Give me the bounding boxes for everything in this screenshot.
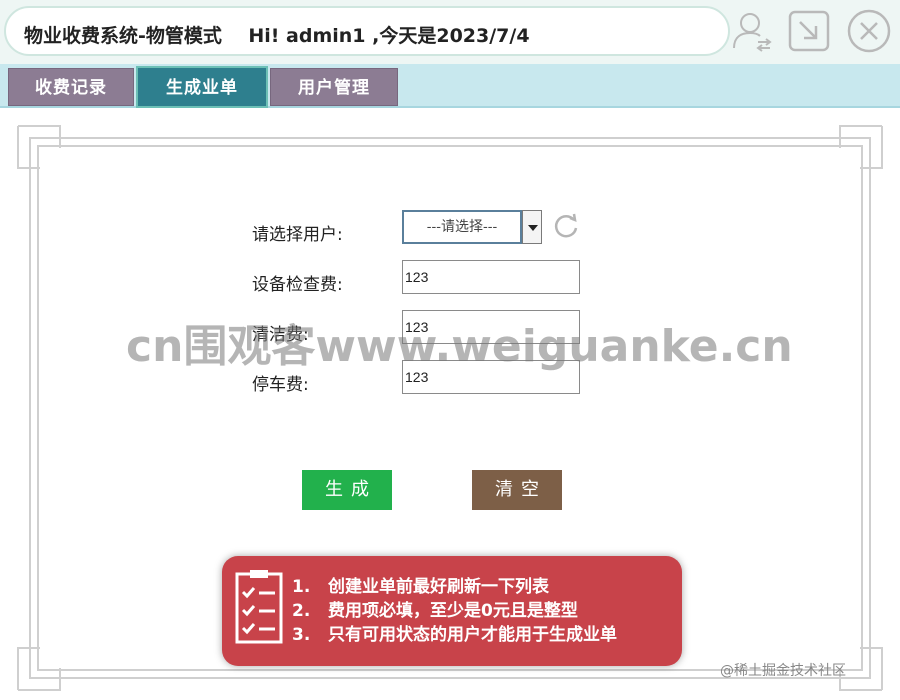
notice-line-2: 2. 费用项必填，至少是0元且是整型 (292, 601, 578, 621)
close-icon[interactable] (846, 8, 892, 54)
header: 物业收费系统-物管模式 Hi! admin1 ,今天是2023/7/4 (0, 0, 900, 64)
tab-user-management[interactable]: 用户管理 (270, 68, 398, 106)
tab-generate-bill[interactable]: 生成业单 (136, 66, 268, 108)
app-title: 物业收费系统-物管模式 Hi! admin1 ,今天是2023/7/4 (24, 25, 530, 47)
refresh-icon[interactable] (552, 212, 580, 240)
watermark: cn围观客www.weiguanke.cn (126, 321, 793, 372)
credit-text: @稀土掘金技术社区 (720, 663, 846, 679)
minimize-icon[interactable] (786, 8, 832, 54)
generate-button[interactable]: 生成 (302, 470, 392, 510)
user-switch-icon[interactable] (728, 8, 774, 54)
notice-panel: 1. 创建业单前最好刷新一下列表 2. 费用项必填，至少是0元且是整型 3. 只… (222, 556, 682, 666)
notice-line-1: 1. 创建业单前最好刷新一下列表 (292, 577, 550, 597)
tab-bar: 收费记录 生成业单 用户管理 (0, 64, 900, 108)
dropdown-arrow-icon[interactable] (522, 210, 542, 244)
clear-button[interactable]: 清空 (472, 470, 562, 510)
tab-fee-records[interactable]: 收费记录 (8, 68, 134, 106)
parking-fee-label: 停车费: (252, 375, 309, 395)
user-select-label: 请选择用户: (252, 225, 343, 245)
title-bar: 物业收费系统-物管模式 Hi! admin1 ,今天是2023/7/4 (4, 6, 730, 56)
inspection-fee-input[interactable] (402, 260, 580, 294)
user-select[interactable]: ---请选择--- (402, 210, 522, 244)
checklist-icon (235, 570, 283, 644)
notice-line-3: 3. 只有可用状态的用户才能用于生成业单 (292, 625, 618, 645)
main-content: 请选择用户: ---请选择--- 设备检查费: 清洁费: 停车费: 生成 清空 … (0, 108, 900, 700)
inspection-fee-label: 设备检查费: (252, 275, 343, 295)
